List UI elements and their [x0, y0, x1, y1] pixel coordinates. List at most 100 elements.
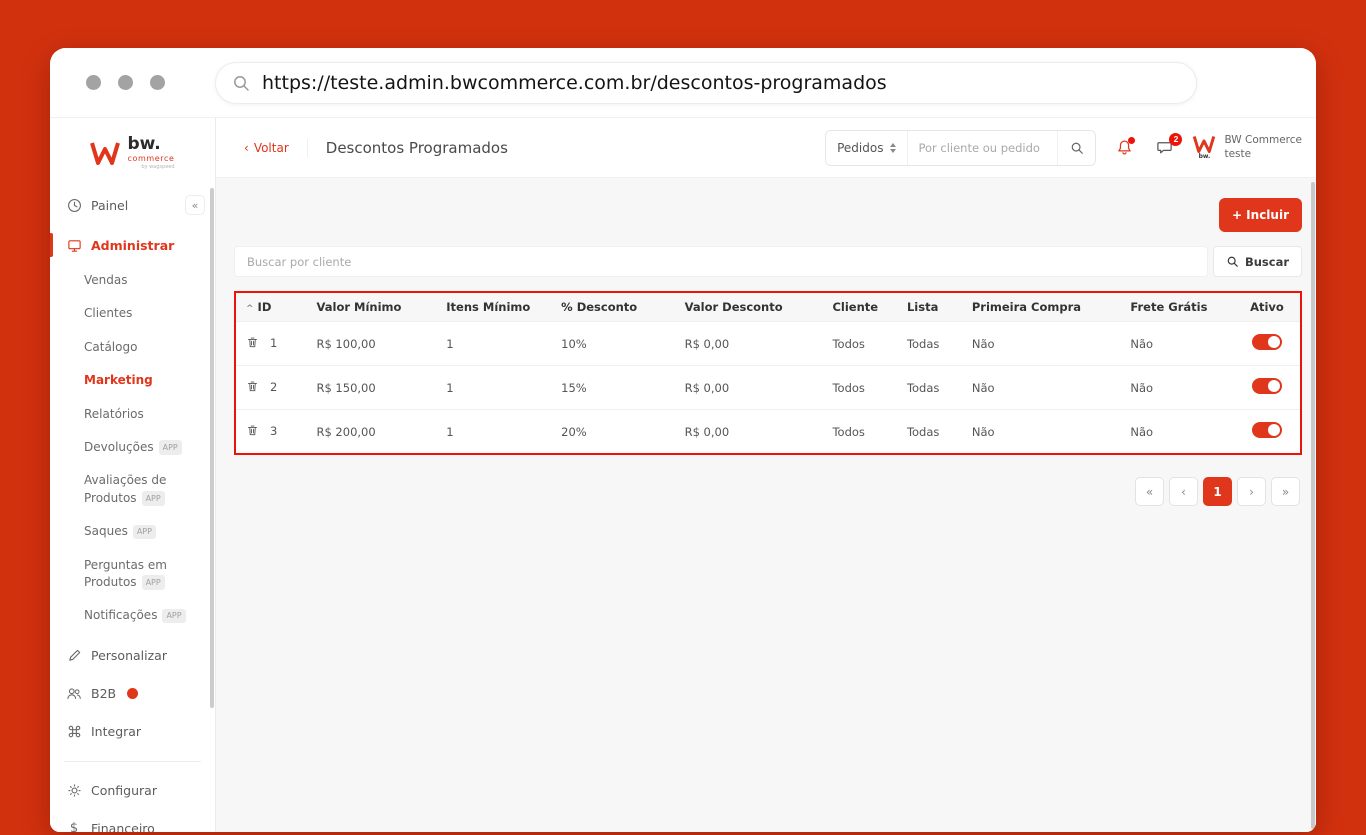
sidebar-subitem-avaliacoes-de-produtos[interactable]: Avaliações de ProdutosAPP: [50, 464, 210, 515]
header-search-input[interactable]: [907, 131, 1057, 165]
account-menu[interactable]: bw. BW Commerce teste: [1192, 134, 1302, 161]
sidebar-collapse-button[interactable]: «: [185, 195, 205, 215]
search-type-dropdown[interactable]: Pedidos: [826, 131, 907, 165]
active-toggle[interactable]: [1252, 334, 1282, 350]
sort-caret-icon: ^: [246, 304, 254, 314]
sidebar-subitem-catalogo[interactable]: Catálogo: [50, 331, 210, 364]
sidebar-item-personalizar[interactable]: Personalizar: [50, 637, 215, 675]
column-header-primeira-compra: Primeira Compra: [966, 293, 1125, 322]
cell-itens-minimo: 1: [440, 322, 555, 366]
bw-logo-mark-icon: [1192, 135, 1216, 153]
cell-valor-minimo: R$ 150,00: [310, 366, 440, 410]
add-discount-button[interactable]: + Incluir: [1219, 198, 1302, 232]
header-search-group: Pedidos: [825, 130, 1096, 166]
search-icon: [1070, 141, 1084, 155]
window-control-dot[interactable]: [118, 75, 133, 90]
column-header-desconto: % Desconto: [555, 293, 678, 322]
search-icon: [232, 74, 250, 92]
page-title: Descontos Programados: [307, 139, 508, 157]
window-controls: [86, 75, 165, 90]
back-button[interactable]: ‹ Voltar: [244, 141, 289, 155]
app-badge: APP: [159, 440, 182, 455]
pencil-icon: [66, 648, 82, 664]
subitem-label: Saques: [84, 524, 128, 538]
sidebar-item-financeiro[interactable]: $ Financeiro: [50, 810, 215, 832]
column-header-itens-minimo: Itens Mínimo: [440, 293, 555, 322]
sidebar-subitem-devolucoes[interactable]: Devoluções APP: [50, 431, 210, 464]
notifications-button[interactable]: [1112, 136, 1136, 160]
pagination-last[interactable]: »: [1271, 477, 1300, 506]
logo-text: bw. commerce by wagspeed: [127, 136, 174, 170]
sidebar-item-b2b[interactable]: B2B: [50, 675, 215, 713]
sidebar-item-integrar[interactable]: Integrar: [50, 713, 215, 751]
messages-button[interactable]: 2: [1152, 136, 1176, 160]
column-header-id[interactable]: ^ID: [236, 293, 310, 322]
toggle-knob: [1268, 380, 1280, 392]
sidebar-subitem-relatorios[interactable]: Relatórios: [50, 398, 210, 431]
search-type-label: Pedidos: [837, 141, 883, 155]
table-row: 2R$ 150,00115%R$ 0,00TodosTodasNãoNão: [236, 366, 1300, 410]
sidebar-item-configurar[interactable]: Configurar: [50, 772, 215, 810]
annotation-highlight-box: ^IDValor MínimoItens Mínimo% DescontoVal…: [234, 291, 1302, 455]
account-avatar: bw.: [1192, 135, 1216, 160]
table-body: 1R$ 100,00110%R$ 0,00TodosTodasNãoNão2R$…: [236, 322, 1300, 454]
sidebar-subitem-vendas[interactable]: Vendas: [50, 264, 210, 297]
cell-ativo: [1234, 366, 1300, 410]
account-environment: teste: [1224, 148, 1302, 162]
window-control-dot[interactable]: [86, 75, 101, 90]
cell-cliente: Todos: [826, 410, 900, 454]
sidebar-scrollbar[interactable]: [210, 188, 214, 708]
messages-count-badge: 2: [1169, 133, 1182, 146]
cell-ativo: [1234, 322, 1300, 366]
account-name: BW Commerce: [1224, 134, 1302, 148]
header-actions: Pedidos: [825, 130, 1302, 166]
sidebar-divider: [64, 761, 201, 762]
page-content: + Incluir Buscar: [216, 178, 1316, 832]
sidebar-subitem-notificacoes[interactable]: NotificaçõesAPP: [50, 599, 210, 632]
search-button[interactable]: Buscar: [1213, 246, 1302, 277]
sidebar-subitem-clientes[interactable]: Clientes: [50, 297, 210, 330]
logo-subtitle: commerce: [127, 155, 174, 163]
row-id: 3: [270, 424, 277, 438]
notification-dot-badge: [1128, 137, 1135, 144]
column-header-lista: Lista: [901, 293, 966, 322]
column-header-frete-gratis: Frete Grátis: [1124, 293, 1234, 322]
window-control-dot[interactable]: [150, 75, 165, 90]
url-text: https://teste.admin.bwcommerce.com.br/de…: [262, 72, 887, 94]
cell-id: 1: [236, 322, 310, 366]
column-header-ativo: Ativo: [1234, 293, 1300, 322]
app-logo[interactable]: bw. commerce by wagspeed: [50, 130, 215, 184]
active-toggle[interactable]: [1252, 378, 1282, 394]
cell-itens-minimo: 1: [440, 410, 555, 454]
cell-lista: Todas: [901, 366, 966, 410]
subitem-label: Clientes: [84, 306, 132, 320]
cell-cliente: Todos: [826, 366, 900, 410]
client-search-input[interactable]: [234, 246, 1208, 277]
pagination-next[interactable]: ›: [1237, 477, 1266, 506]
cell-id: 3: [236, 410, 310, 454]
sidebar-item-label: Financeiro: [91, 821, 155, 832]
pagination-first[interactable]: «: [1135, 477, 1164, 506]
page-scrollbar[interactable]: [1311, 182, 1315, 829]
subitem-label: Devoluções: [84, 440, 154, 454]
address-bar[interactable]: https://teste.admin.bwcommerce.com.br/de…: [215, 62, 1197, 104]
account-text: BW Commerce teste: [1224, 134, 1302, 161]
active-toggle[interactable]: [1252, 422, 1282, 438]
pagination-prev[interactable]: ‹: [1169, 477, 1198, 506]
app-badge: APP: [133, 525, 156, 540]
sidebar-subitem-saques[interactable]: Saques APP: [50, 515, 210, 548]
header-search-button[interactable]: [1057, 131, 1095, 165]
app-shell: bw. commerce by wagspeed Painel «: [50, 118, 1316, 832]
sidebar-item-administrar[interactable]: Administrar: [50, 226, 215, 264]
sidebar-item-painel[interactable]: Painel «: [50, 184, 215, 226]
pagination-page-1[interactable]: 1: [1203, 477, 1232, 506]
browser-window: https://teste.admin.bwcommerce.com.br/de…: [50, 48, 1316, 832]
sidebar-subitem-marketing[interactable]: Marketing: [50, 364, 210, 397]
cell-itens-minimo: 1: [440, 366, 555, 410]
delete-row-icon[interactable]: [246, 380, 259, 396]
delete-row-icon[interactable]: [246, 336, 259, 352]
column-header-valor-desconto: Valor Desconto: [679, 293, 827, 322]
sidebar-subitem-perguntas-em-produtos[interactable]: Perguntas em ProdutosAPP: [50, 549, 210, 600]
sidebar: bw. commerce by wagspeed Painel «: [50, 118, 216, 832]
delete-row-icon[interactable]: [246, 424, 259, 440]
